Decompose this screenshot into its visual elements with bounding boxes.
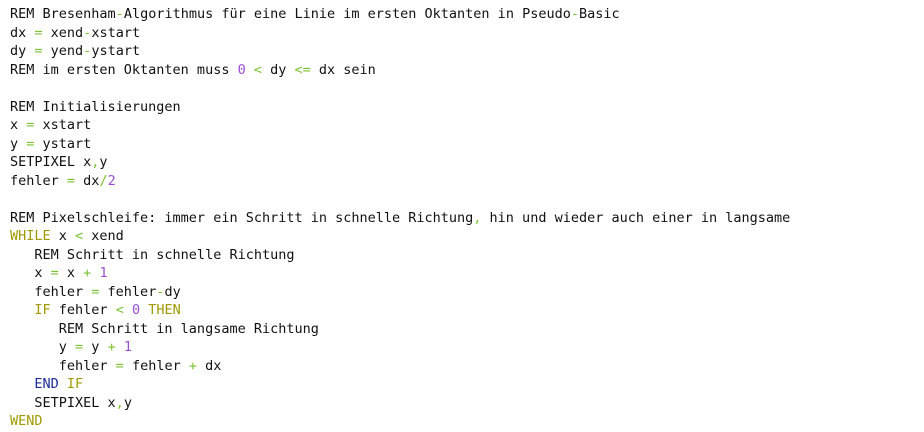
code-text: Algorithmus für eine Linie im ersten Okt… xyxy=(123,6,571,22)
code-line: END IF xyxy=(10,375,924,394)
code-line: IF fehler < 0 THEN xyxy=(10,301,924,320)
code-text: yend xyxy=(42,43,84,59)
code-text: dx xyxy=(196,357,222,374)
code-view[interactable]: REM Bresenham-Algorithmus für eine Linie… xyxy=(0,0,924,432)
code-text: y xyxy=(123,394,132,411)
code-text: REM Bresenham xyxy=(10,6,116,22)
code-text: SETPIXEL x xyxy=(10,394,116,411)
operator-token: + xyxy=(107,339,116,355)
code-line: REM Initialisierungen xyxy=(10,98,924,117)
code-text: dy xyxy=(164,283,181,300)
number-token: 1 xyxy=(99,265,108,281)
operator-token: <= xyxy=(294,61,311,78)
code-text: x xyxy=(50,228,76,244)
operator-token: / xyxy=(99,172,108,189)
code-line: x = x + 1 xyxy=(10,264,924,283)
operator-token: = xyxy=(75,339,84,355)
operator-token: = xyxy=(115,357,124,374)
code-text: hin und wieder auch einer in langsame xyxy=(481,209,791,226)
code-line: dy = yend-ystart xyxy=(10,42,924,61)
number-token: 2 xyxy=(107,172,116,189)
code-text: dx xyxy=(75,172,100,189)
code-text: REM im ersten Oktanten muss xyxy=(10,61,238,78)
code-text: REM Schritt in langsame Richtung xyxy=(10,320,319,337)
code-text: fehler xyxy=(50,302,116,318)
keyword-token: END xyxy=(34,376,59,392)
operator-token: - xyxy=(570,6,579,22)
code-line: dx = xend-xstart xyxy=(10,24,924,43)
code-text: xstart xyxy=(34,117,92,133)
operator-token: = xyxy=(34,43,43,59)
code-text: Basic xyxy=(578,6,620,22)
code-line: fehler = fehler + dx xyxy=(10,357,924,376)
keyword-token: WHILE xyxy=(10,228,51,244)
code-text: xend xyxy=(83,228,124,244)
keyword-token: IF xyxy=(66,376,84,392)
code-text: fehler xyxy=(10,283,92,300)
code-text: ystart xyxy=(91,43,141,59)
code-line: WHILE x < xend xyxy=(10,227,924,246)
operator-token: < xyxy=(115,302,124,318)
code-text: x xyxy=(10,265,51,281)
code-text: fehler xyxy=(10,357,116,374)
keyword-token: WEND xyxy=(10,413,43,429)
code-line: REM im ersten Oktanten muss 0 < dy <= dx… xyxy=(10,61,924,80)
code-line: y = y + 1 xyxy=(10,338,924,357)
code-text: dy xyxy=(262,61,295,78)
code-text: fehler xyxy=(10,172,67,189)
operator-token: < xyxy=(75,228,84,244)
operator-token: = xyxy=(66,172,76,189)
code-text: fehler xyxy=(123,357,189,374)
code-line: SETPIXEL x,y xyxy=(10,394,924,413)
code-text: x xyxy=(58,265,84,281)
keyword-token: THEN xyxy=(148,302,181,318)
code-text: dy xyxy=(10,43,35,59)
code-text: REM Schritt in schnelle Richtung xyxy=(10,246,295,263)
code-line: SETPIXEL x,y xyxy=(10,153,924,172)
code-text: REM Pixelschleife: immer ein Schritt in … xyxy=(10,209,474,226)
operator-token: = xyxy=(50,265,59,281)
code-line: REM Schritt in langsame Richtung xyxy=(10,320,924,339)
code-text: x xyxy=(10,117,27,133)
code-text: REM Initialisierungen xyxy=(10,98,181,115)
code-text: ystart xyxy=(34,135,92,152)
code-text: y xyxy=(10,339,76,355)
keyword-token: IF xyxy=(34,302,51,318)
code-line: fehler = dx/2 xyxy=(10,172,924,191)
code-line: y = ystart xyxy=(10,135,924,154)
code-text: fehler xyxy=(99,283,157,300)
operator-token: + xyxy=(188,357,197,374)
operator-token: , xyxy=(115,394,124,411)
code-line: REM Pixelschleife: immer ein Schritt in … xyxy=(10,209,924,228)
operator-token: - xyxy=(115,6,124,22)
number-token: 0 xyxy=(131,302,141,318)
code-text: y xyxy=(83,339,108,355)
number-token: 1 xyxy=(123,339,132,355)
code-text: SETPIXEL x xyxy=(10,154,92,170)
code-text: dx xyxy=(10,24,35,41)
operator-token: = xyxy=(34,24,43,41)
code-text: xstart xyxy=(91,24,141,41)
code-text: y xyxy=(10,135,27,152)
number-token: 0 xyxy=(237,61,246,78)
code-line: REM Schritt in schnelle Richtung xyxy=(10,246,924,265)
operator-token: < xyxy=(253,61,262,78)
code-text: dx sein xyxy=(310,61,376,78)
code-line: WEND xyxy=(10,412,924,431)
code-line: REM Bresenham-Algorithmus für eine Linie… xyxy=(10,5,924,24)
code-text: xend xyxy=(42,24,84,41)
code-text: y xyxy=(99,154,108,170)
code-line: fehler = fehler-dy xyxy=(10,283,924,302)
code-line: x = xstart xyxy=(10,116,924,135)
